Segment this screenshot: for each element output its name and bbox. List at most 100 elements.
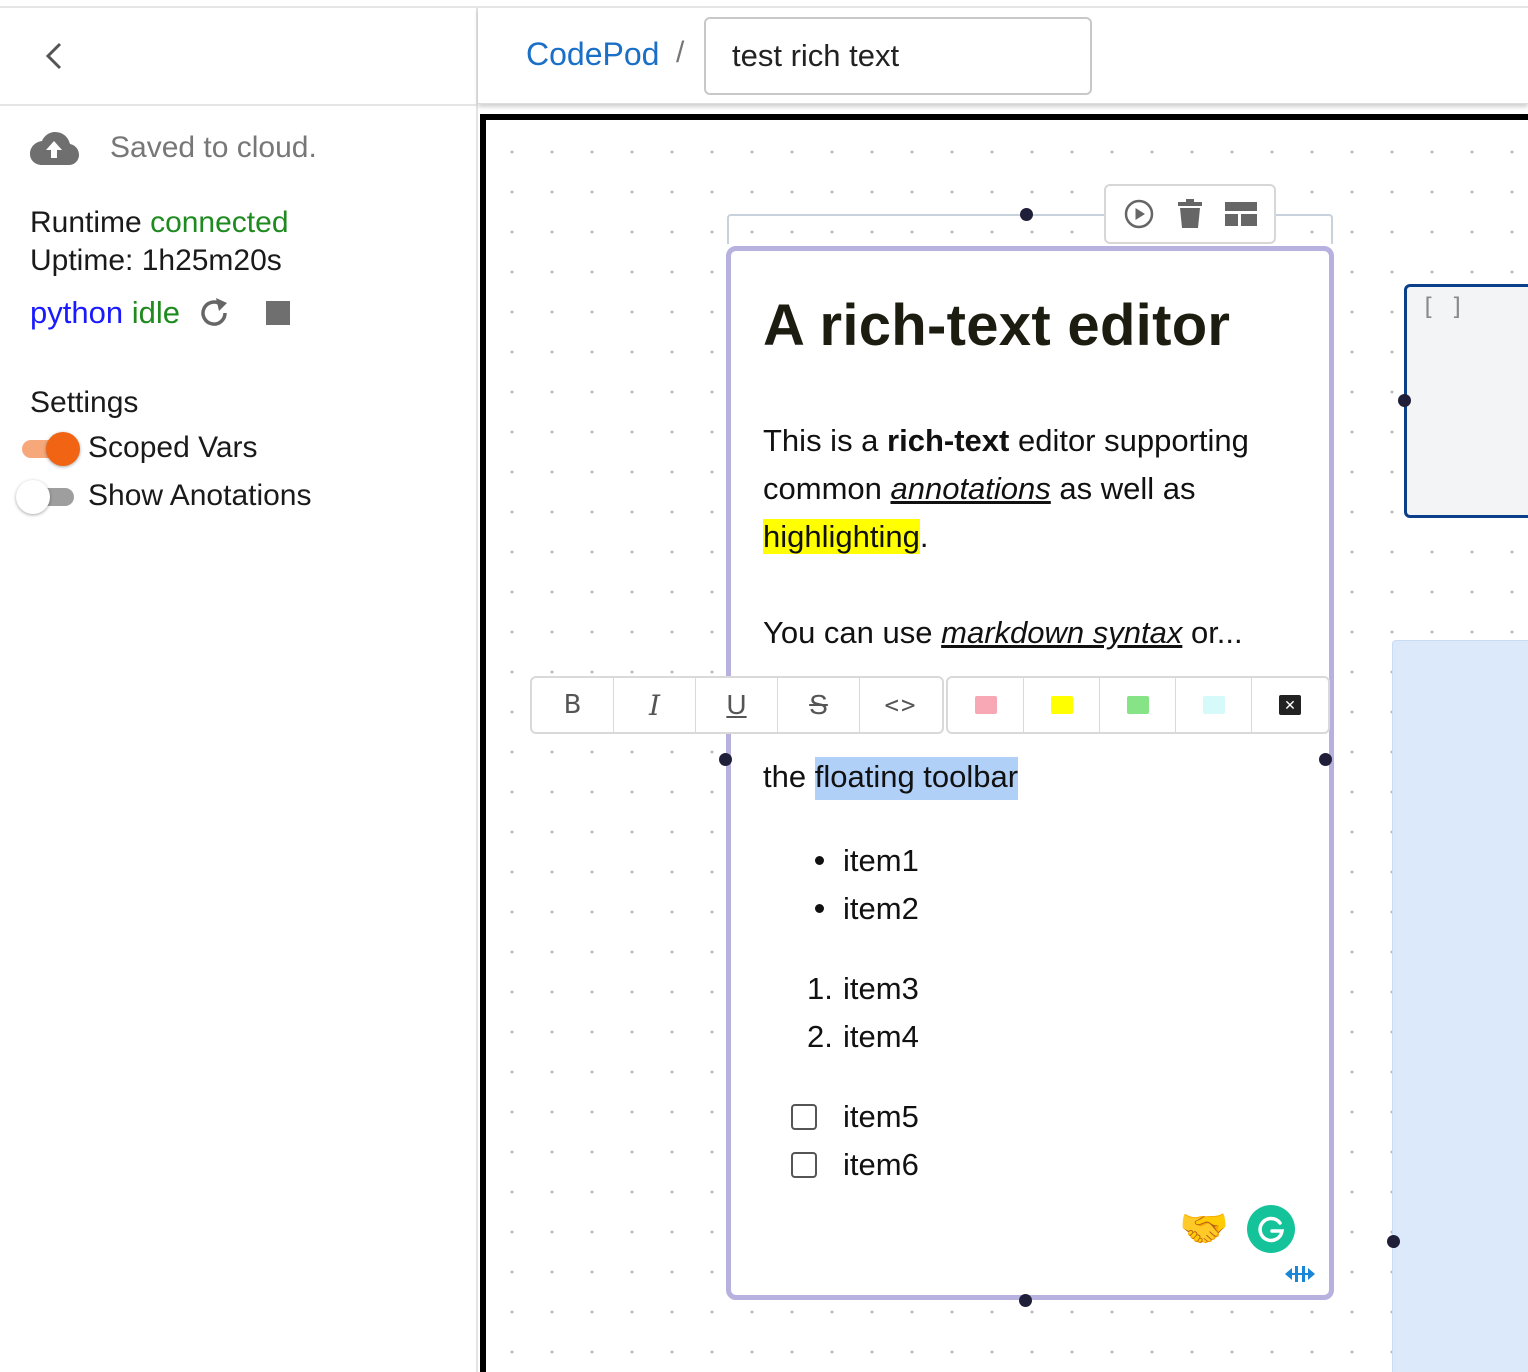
stop-kernel-icon[interactable] bbox=[265, 301, 290, 325]
runtime-info: Runtime connected Uptime: 1h25m20s bbox=[30, 204, 289, 280]
handshake-icon[interactable]: 🤝 bbox=[1179, 1205, 1229, 1253]
list-item: 1. item3 bbox=[807, 965, 1303, 1013]
selected-text: floating toolbar bbox=[814, 757, 1019, 800]
restart-kernel-icon[interactable] bbox=[196, 295, 232, 331]
task-checkbox[interactable] bbox=[791, 1104, 817, 1130]
kernel-row: python idle bbox=[30, 290, 290, 336]
pod-bottom-icons: 🤝 bbox=[1179, 1205, 1295, 1253]
switch-thumb bbox=[46, 432, 80, 466]
list-item-text: item3 bbox=[843, 971, 919, 1006]
bold-button[interactable]: B bbox=[532, 678, 614, 732]
canvas[interactable]: A rich-text editor This is a rich-text e… bbox=[480, 114, 1528, 1372]
grammarly-g-icon bbox=[1258, 1216, 1285, 1243]
clear-highlight-button[interactable]: ✕ bbox=[1252, 678, 1328, 732]
scoped-vars-switch[interactable] bbox=[16, 428, 80, 468]
bold-text: rich-text bbox=[887, 423, 1010, 458]
execution-count: [ ] bbox=[1421, 293, 1465, 321]
sidebar-header bbox=[0, 8, 476, 106]
text-run: This is a bbox=[763, 423, 888, 458]
list-item: item2 bbox=[815, 885, 1303, 933]
task-checkbox[interactable] bbox=[791, 1152, 817, 1178]
ordered-list: 1. item3 2. item4 bbox=[807, 965, 1303, 1061]
italic-button[interactable]: I bbox=[614, 678, 696, 732]
code-button[interactable]: <> bbox=[860, 678, 942, 732]
list-item-text: item4 bbox=[843, 1019, 919, 1054]
pod-toolbar bbox=[1104, 184, 1276, 244]
delete-button[interactable] bbox=[1173, 197, 1207, 231]
save-status: Saved to cloud. bbox=[28, 126, 317, 170]
chevron-left-icon bbox=[45, 42, 62, 70]
switch-thumb bbox=[16, 480, 50, 514]
rich-text-document[interactable]: A rich-text editor This is a rich-text e… bbox=[763, 287, 1303, 1189]
runtime-status: connected bbox=[150, 206, 289, 239]
highlight-yellow-button[interactable] bbox=[1024, 678, 1100, 732]
annotation-text: annotations bbox=[890, 471, 1051, 506]
grammarly-icon[interactable] bbox=[1247, 1205, 1295, 1253]
underline-button[interactable]: U bbox=[696, 678, 778, 732]
layout-button[interactable] bbox=[1224, 197, 1258, 231]
doc-heading: A rich-text editor bbox=[763, 293, 1231, 358]
scope-pod[interactable] bbox=[1392, 640, 1528, 1372]
bullet-list: item1 item2 bbox=[815, 837, 1303, 933]
code-pod[interactable]: [ ] bbox=[1404, 284, 1528, 518]
trash-icon bbox=[1177, 199, 1202, 228]
kernel-name: python bbox=[30, 295, 124, 330]
text-run: or... bbox=[1182, 615, 1243, 650]
connection-handle-top[interactable] bbox=[1020, 208, 1033, 221]
floating-toolbar: B I U S <> ✕ bbox=[530, 676, 1330, 734]
run-button[interactable] bbox=[1122, 197, 1156, 231]
toggle-label: Scoped Vars bbox=[88, 431, 258, 464]
task-text: item5 bbox=[843, 1099, 919, 1134]
sidebar: Saved to cloud. Runtime connected Uptime… bbox=[0, 8, 478, 1372]
clear-highlight-icon: ✕ bbox=[1279, 695, 1301, 715]
text-run: You can use bbox=[763, 615, 942, 650]
uptime-text: Uptime: 1h25m20s bbox=[30, 244, 282, 277]
list-item: item1 bbox=[815, 837, 1303, 885]
green-swatch-icon bbox=[1126, 696, 1149, 714]
collapse-sidebar-button[interactable] bbox=[36, 38, 72, 74]
highlight-green-button[interactable] bbox=[1100, 678, 1176, 732]
kernel-status: idle bbox=[131, 295, 180, 330]
resize-width-icon[interactable] bbox=[1283, 1263, 1317, 1285]
connection-handle-scope-pod[interactable] bbox=[1387, 1235, 1400, 1248]
rich-text-pod[interactable]: A rich-text editor This is a rich-text e… bbox=[726, 246, 1334, 1300]
runtime-line: Runtime connected bbox=[30, 204, 289, 242]
connection-handle-code-pod[interactable] bbox=[1398, 394, 1411, 407]
layout-icon bbox=[1224, 202, 1257, 226]
play-circle-icon bbox=[1125, 199, 1154, 229]
text-run: as well as bbox=[1050, 471, 1196, 506]
paragraph-markdown: You can use markdown syntax or... bbox=[763, 609, 1303, 657]
task-item: item5 bbox=[791, 1093, 1303, 1141]
format-group: B I U S <> bbox=[530, 676, 944, 734]
highlight-group: ✕ bbox=[946, 676, 1330, 734]
pink-swatch-icon bbox=[974, 696, 997, 714]
task-item: item6 bbox=[791, 1141, 1303, 1189]
toggle-show-annotations[interactable]: Show Anotations bbox=[16, 474, 312, 518]
toggle-scoped-vars[interactable]: Scoped Vars bbox=[16, 426, 258, 470]
connection-handle-right[interactable] bbox=[1319, 753, 1332, 766]
markdown-syntax-text: markdown syntax bbox=[941, 615, 1183, 650]
text-run: the bbox=[763, 759, 815, 794]
repo-title-input[interactable] bbox=[704, 17, 1092, 95]
settings-title: Settings bbox=[30, 386, 139, 419]
highlight-cyan-button[interactable] bbox=[1176, 678, 1252, 732]
paragraph-toolbar: the floating toolbar bbox=[763, 753, 1303, 801]
toggle-label: Show Anotations bbox=[88, 479, 312, 512]
cloud-upload-icon bbox=[30, 132, 79, 165]
highlighted-text: highlighting bbox=[763, 519, 920, 554]
list-item: 2. item4 bbox=[807, 1013, 1303, 1061]
top-header: CodePod / bbox=[478, 8, 1528, 104]
show-annotations-switch[interactable] bbox=[16, 476, 80, 516]
text-run: . bbox=[919, 519, 929, 554]
task-list: item5 item6 bbox=[791, 1093, 1303, 1189]
breadcrumb-codepod[interactable]: CodePod bbox=[526, 36, 659, 73]
task-text: item6 bbox=[843, 1147, 919, 1182]
strikethrough-button[interactable]: S bbox=[778, 678, 860, 732]
runtime-label: Runtime bbox=[30, 206, 142, 239]
yellow-swatch-icon bbox=[1050, 696, 1073, 714]
connection-handle-bottom[interactable] bbox=[1019, 1294, 1032, 1307]
paragraph-intro: This is a rich-text editor supporting co… bbox=[763, 417, 1303, 561]
connection-handle-left[interactable] bbox=[719, 753, 732, 766]
highlight-pink-button[interactable] bbox=[948, 678, 1024, 732]
list-number: 1. bbox=[807, 971, 833, 1006]
